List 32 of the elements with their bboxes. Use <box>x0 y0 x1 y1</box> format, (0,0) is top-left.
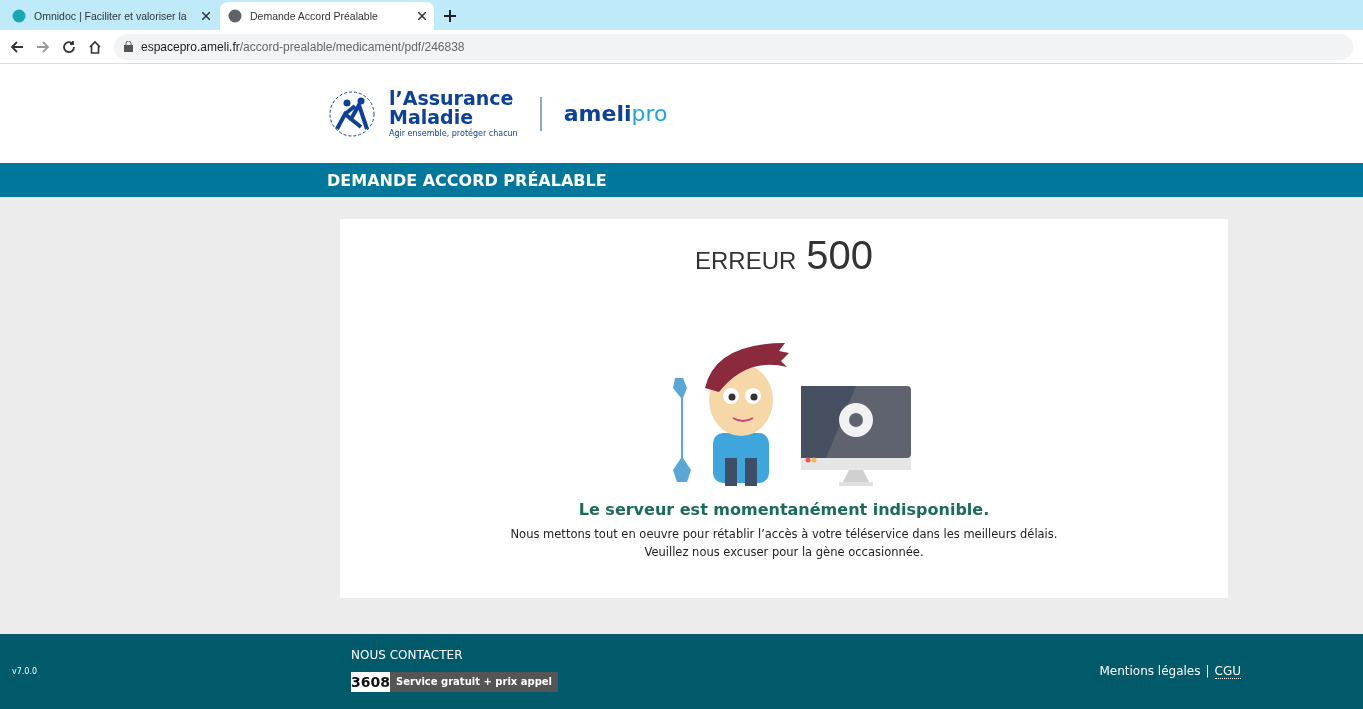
address-bar[interactable]: espacepro.ameli.fr/accord-prealable/medicament/pdf/246838 <box>114 33 1353 60</box>
error-label: ERREUR <box>694 247 797 275</box>
browser-tab[interactable]: Omnidoc | Faciliter et valoriser la <box>4 2 218 30</box>
error-headline: Le serveur est momentanément indisponible. <box>578 500 990 519</box>
version-label: v7.0.0 <box>12 667 39 676</box>
footer-link[interactable]: Mentions légales <box>1099 664 1201 679</box>
error-code: 500 <box>806 233 874 278</box>
phone-note: Service gratuit + prix appel <box>389 671 559 692</box>
browser-tab[interactable]: Demande Accord Préalable <box>220 2 434 30</box>
error-message: Nous mettons tout en oeuvre pour rétablir l’accès à votre téléservice dans les meilleurs délais. <box>510 526 1058 543</box>
forward-icon[interactable] <box>36 39 50 54</box>
footer-link[interactable]: CGU <box>1214 664 1241 679</box>
url-text: espacepro.ameli.fr/accord-prealable/medicament/pdf/246838 <box>141 39 465 54</box>
tab-title: Demande Accord Préalable <box>250 10 379 22</box>
tab-logo-icon <box>12 9 26 23</box>
new-tab-icon[interactable] <box>444 10 456 22</box>
link-separator: | <box>1205 664 1210 679</box>
tab-title: Omnidoc | Faciliter et valoriser la <box>34 10 188 22</box>
close-icon[interactable] <box>202 12 210 20</box>
close-icon[interactable] <box>418 12 426 20</box>
back-icon[interactable] <box>10 39 24 54</box>
error-message: Veuillez nous excuser pour la gène occasionnée. <box>643 544 925 561</box>
brand-name: l’Assurance <box>389 89 515 108</box>
product-logo: amelipro <box>563 101 668 126</box>
home-icon[interactable] <box>88 39 102 54</box>
lock-icon <box>124 41 133 52</box>
contact-title: NOUS CONTACTER <box>351 647 464 662</box>
phone-number: 3608 <box>351 671 390 692</box>
reload-icon[interactable] <box>62 39 76 54</box>
brand-name: Maladie <box>389 108 475 127</box>
brand-slogan: Agir ensemble, protéger chacun <box>389 130 518 138</box>
page-title: DEMANDE ACCORD PRÉALABLE <box>327 170 607 190</box>
